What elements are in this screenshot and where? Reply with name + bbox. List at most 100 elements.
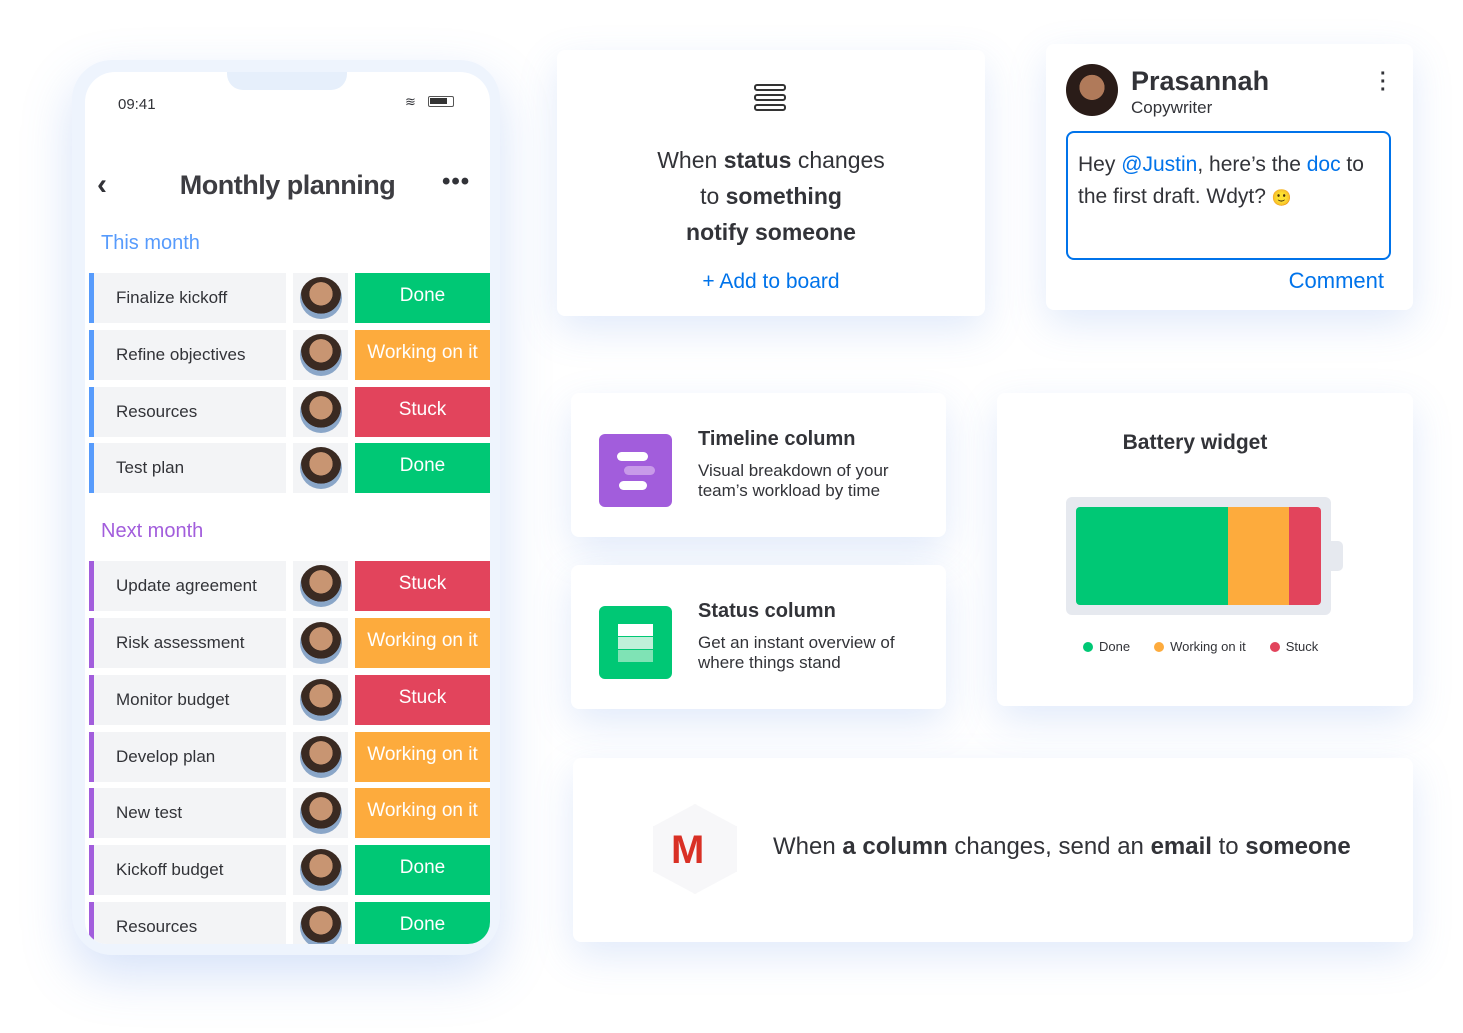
table-row[interactable]: New test Working on it (89, 788, 490, 839)
automation-card: When status changes to something notify … (557, 50, 985, 316)
widget-title: Battery widget (1122, 431, 1268, 454)
status-label[interactable]: Working on it (355, 618, 490, 668)
person-cell[interactable] (293, 674, 348, 725)
board-title: Monthly planning (179, 170, 396, 200)
list-icon (754, 84, 786, 111)
person-cell[interactable] (293, 386, 348, 437)
comment-input[interactable]: Hey @Justin, here’s the doc to the first… (1066, 131, 1391, 260)
item-name[interactable]: Resources (89, 902, 286, 944)
phone-screen: 09:41 ≋ ‹ Monthly planning ••• This mont… (85, 72, 490, 944)
person-cell[interactable] (293, 443, 348, 494)
person-cell[interactable] (293, 329, 348, 380)
table-row[interactable]: Monitor budget Stuck (89, 674, 490, 725)
table-row[interactable]: Update agreement Stuck (89, 561, 490, 612)
timeline-icon (599, 434, 672, 507)
avatar (300, 390, 342, 433)
person-cell[interactable] (293, 618, 348, 668)
avatar (300, 678, 342, 721)
status-column-card[interactable]: Status column Get an instant overview of… (571, 565, 946, 709)
avatar (300, 735, 342, 778)
battery-segment-working-on-it (1227, 507, 1290, 605)
table-row[interactable]: Refine objectives Working on it (89, 329, 490, 380)
table-row[interactable]: Risk assessment Working on it (89, 618, 490, 668)
avatar (300, 792, 342, 835)
legend-item: Stuck (1269, 639, 1319, 654)
automation-line-3: notify someone (686, 219, 856, 245)
status-label[interactable]: Done (355, 273, 490, 323)
legend-dot-icon (1269, 642, 1280, 652)
group-title: This month (101, 232, 200, 254)
phone-mockup: 09:41 ≋ ‹ Monthly planning ••• This mont… (72, 60, 500, 955)
table-row[interactable]: Resources Stuck (89, 386, 490, 437)
avatar (300, 333, 342, 376)
avatar (300, 565, 342, 608)
add-to-board-link[interactable]: + Add to board (557, 270, 985, 294)
comment-card: Prasannah Copywriter · · · Hey @Justin, he… (1046, 44, 1413, 310)
status-label[interactable]: Working on it (355, 788, 490, 839)
status-label[interactable]: Working on it (355, 329, 490, 380)
person-cell[interactable] (293, 731, 348, 782)
avatar (1066, 64, 1118, 116)
phone-notch (227, 72, 347, 90)
table-row[interactable]: Kickoff budget Done (89, 845, 490, 896)
item-name[interactable]: Risk assessment (89, 618, 286, 668)
item-name[interactable]: Finalize kickoff (89, 273, 286, 323)
status-label[interactable]: Done (355, 443, 490, 494)
more-options-icon[interactable]: ••• (442, 168, 470, 196)
status-label[interactable]: Stuck (355, 386, 490, 437)
person-cell[interactable] (293, 788, 348, 839)
table-row[interactable]: Finalize kickoff Done (89, 273, 490, 323)
item-name[interactable]: Test plan (89, 443, 286, 494)
avatar (300, 447, 342, 490)
battery-widget-card: Battery widget Done Working on it Stuck (997, 393, 1413, 706)
table-row[interactable]: Resources Done (89, 902, 490, 944)
status-label[interactable]: Stuck (355, 674, 490, 725)
item-name[interactable]: Kickoff budget (89, 845, 286, 896)
kebab-menu-icon[interactable]: · · · (1380, 64, 1387, 100)
battery-segment-done (1076, 507, 1228, 605)
status-label[interactable]: Done (355, 845, 490, 896)
status-label[interactable]: Working on it (355, 731, 490, 782)
legend-label: Stuck (1285, 639, 1319, 654)
table-row[interactable]: Develop plan Working on it (89, 731, 490, 782)
user-role: Copywriter (1131, 98, 1213, 117)
legend-dot-icon (1154, 642, 1165, 652)
mention-link[interactable]: @Justin (1121, 153, 1197, 176)
legend-dot-icon (1083, 642, 1093, 652)
status-label[interactable]: Done (355, 902, 490, 944)
person-cell[interactable] (293, 273, 348, 323)
status-column-icon (599, 606, 672, 679)
person-cell[interactable] (293, 902, 348, 944)
automation-line-1: When status changes (657, 147, 885, 173)
battery-icon (428, 96, 454, 107)
group-title: Next month (101, 520, 204, 543)
battery-outline (1066, 497, 1343, 615)
email-automation-card[interactable]: M When a column changes, send an email t… (573, 758, 1413, 942)
person-cell[interactable] (293, 845, 348, 896)
wifi-icon: ≋ (405, 94, 416, 109)
card-description: Get an instant overview of where things … (698, 633, 895, 672)
user-name: Prasannah (1131, 66, 1270, 96)
card-title: Status column (698, 600, 836, 622)
avatar (300, 849, 342, 892)
item-name[interactable]: Develop plan (89, 731, 286, 782)
person-cell[interactable] (293, 561, 348, 612)
comment-button[interactable]: Comment (1289, 268, 1384, 294)
avatar (300, 622, 342, 664)
avatar (300, 277, 342, 319)
item-name[interactable]: Resources (89, 386, 286, 437)
battery-legend: Done Working on it Stuck (1083, 639, 1318, 654)
item-name[interactable]: Monitor budget (89, 674, 286, 725)
card-description: Visual breakdown of your team’s workload… (698, 461, 889, 500)
battery-segment-stuck (1289, 507, 1321, 605)
status-bar-time: 09:41 (118, 96, 156, 113)
item-name[interactable]: New test (89, 788, 286, 839)
item-name[interactable]: Update agreement (89, 561, 286, 612)
avatar (300, 906, 342, 944)
item-name[interactable]: Refine objectives (89, 329, 286, 380)
legend-label: Working on it (1170, 639, 1246, 654)
timeline-column-card[interactable]: Timeline column Visual breakdown of your… (571, 393, 946, 537)
table-row[interactable]: Test plan Done (89, 443, 490, 494)
doc-link[interactable]: doc (1307, 153, 1341, 176)
status-label[interactable]: Stuck (355, 561, 490, 612)
